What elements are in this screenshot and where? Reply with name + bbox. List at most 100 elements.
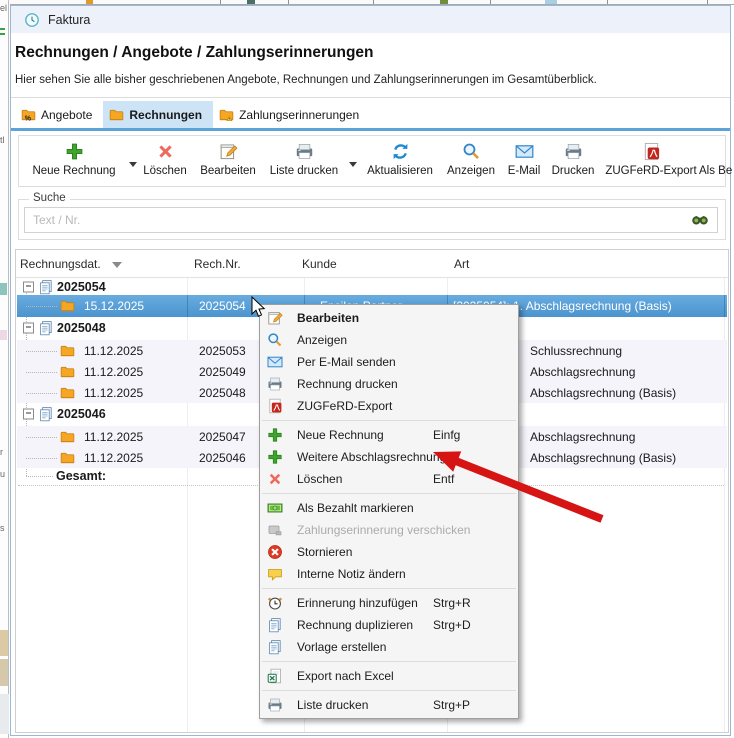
toolbar-zugferd-export[interactable]: ZUGFeRD-Export xyxy=(603,139,699,185)
toolbar-anzeigen[interactable]: Anzeigen xyxy=(439,139,503,185)
divider xyxy=(607,0,608,4)
toolbar-button-label: Bearbeiten xyxy=(195,165,261,177)
toolbar-loschen[interactable]: Löschen xyxy=(140,139,190,185)
divider xyxy=(8,0,9,738)
edit-icon xyxy=(219,142,238,161)
folder-percent-icon: % xyxy=(21,107,36,122)
printer-icon xyxy=(546,140,600,163)
column-header-art[interactable]: Art xyxy=(454,257,469,271)
tab-zahlungserinnerungen[interactable]: Zahlungserinnerungen xyxy=(213,101,370,128)
payment-reminder-icon xyxy=(267,522,283,538)
group-label: 2025054 xyxy=(57,280,106,294)
collapse-expander[interactable] xyxy=(23,322,34,333)
note-icon xyxy=(267,566,283,582)
menu-item-zugferd-export[interactable]: ZUGFeRD-Export xyxy=(260,395,518,417)
toolbar-drucken[interactable]: Drucken xyxy=(546,139,600,185)
menu-item-export-nach-excel[interactable]: Export nach Excel xyxy=(260,665,518,687)
menu-item-erinnerung-hinzufugen[interactable]: Erinnerung hinzufügenStrg+R xyxy=(260,592,518,614)
window-title: Faktura xyxy=(48,13,90,27)
binoculars-icon[interactable] xyxy=(691,211,709,229)
divider xyxy=(288,0,289,4)
tab-rechnungen[interactable]: Rechnungen xyxy=(103,101,213,128)
menu-item-stornieren[interactable]: Stornieren xyxy=(260,541,518,563)
excel-icon xyxy=(267,668,283,684)
menu-item-label: Rechnung duplizieren xyxy=(297,618,413,632)
invoice-art: Abschlagsrechnung xyxy=(530,365,635,379)
menu-item-label: Export nach Excel xyxy=(297,669,394,683)
pages-icon xyxy=(38,406,54,422)
menu-item-shortcut: Strg+P xyxy=(433,698,470,712)
tab-bar: % Angebote RechnungenZahlungserinnerungen xyxy=(15,101,370,128)
titlebar[interactable]: Faktura xyxy=(11,6,730,33)
toolbar-e-mail[interactable]: E-Mail xyxy=(500,139,548,185)
magnifier-icon xyxy=(439,140,503,163)
folder-warning-icon xyxy=(219,107,234,122)
divider xyxy=(373,0,374,4)
menu-separator xyxy=(262,420,516,421)
invoice-number: 2025046 xyxy=(199,451,246,465)
folder-icon xyxy=(60,450,76,466)
toolbar-neue-rechnung[interactable]: Neue Rechnung xyxy=(24,139,124,185)
menu-item-als-bezahlt-markieren[interactable]: Als Bezahlt markieren xyxy=(260,497,518,519)
search-group-label: Suche xyxy=(29,192,70,204)
background-text-fragment: el xyxy=(0,3,7,13)
menu-item-label: Weitere Abschlagsrechnung xyxy=(297,450,446,464)
screen: eltlrus Faktura Rechnungen / Angebote / … xyxy=(0,0,734,738)
background-text-fragment: s xyxy=(0,523,5,533)
menu-item-vorlage-erstellen[interactable]: Vorlage erstellen xyxy=(260,636,518,658)
collapse-expander[interactable] xyxy=(23,408,34,419)
folder-warning-icon xyxy=(219,107,234,122)
column-header-rech-nr[interactable]: Rech.Nr. xyxy=(194,257,241,271)
menu-item-bearbeiten[interactable]: Bearbeiten xyxy=(260,307,518,329)
menu-item-per-e-mail-senden[interactable]: Per E-Mail senden xyxy=(260,351,518,373)
clock-icon xyxy=(24,12,40,28)
menu-separator xyxy=(262,493,516,494)
sort-descending-icon[interactable] xyxy=(112,262,122,268)
menu-item-weitere-abschlagsrechnung[interactable]: Weitere Abschlagsrechnung xyxy=(260,446,518,468)
invoice-number: 2025053 xyxy=(199,344,246,358)
menu-item-liste-drucken[interactable]: Liste druckenStrg+P xyxy=(260,694,518,716)
column-header-rechnungsdat[interactable]: Rechnungsdat. xyxy=(20,257,101,271)
dropdown-arrow-icon[interactable] xyxy=(349,162,357,167)
folder-icon xyxy=(60,429,75,444)
toolbar-bearbeiten[interactable]: Bearbeiten xyxy=(195,139,261,185)
toolbar-als-be[interactable]: Als Be xyxy=(699,139,734,185)
menu-item-label: Stornieren xyxy=(297,545,352,559)
group-row[interactable]: 2025054 xyxy=(17,278,727,295)
folder-icon xyxy=(60,343,76,359)
menu-item-label: Bearbeiten xyxy=(297,311,359,325)
toolbar-button-label: ZUGFeRD-Export xyxy=(603,165,699,177)
menu-item-interne-notiz-andern[interactable]: Interne Notiz ändern xyxy=(260,563,518,585)
menu-item-label: Vorlage erstellen xyxy=(297,640,386,654)
tab-label: Angebote xyxy=(41,108,92,122)
divider xyxy=(707,0,708,4)
column-header-kunde[interactable]: Kunde xyxy=(302,257,337,271)
background-fragment xyxy=(86,0,93,4)
plus-icon xyxy=(267,449,283,465)
background-window-left: eltlrus xyxy=(0,0,10,738)
menu-item-label: Per E-Mail senden xyxy=(297,355,396,369)
menu-separator xyxy=(262,690,516,691)
invoice-date: 11.12.2025 xyxy=(84,451,143,465)
menu-item-rechnung-duplizieren[interactable]: Rechnung duplizierenStrg+D xyxy=(260,614,518,636)
toolbar-aktualisieren[interactable]: Aktualisieren xyxy=(362,139,438,185)
menu-item-neue-rechnung[interactable]: Neue RechnungEinfg xyxy=(260,424,518,446)
dropdown-arrow-icon[interactable] xyxy=(129,162,137,167)
menu-item-rechnung-drucken[interactable]: Rechnung drucken xyxy=(260,373,518,395)
invoice-date: 11.12.2025 xyxy=(84,386,143,400)
menu-separator xyxy=(262,588,516,589)
search-input[interactable] xyxy=(24,207,718,233)
tree-line xyxy=(26,393,57,394)
menu-item-label: Erinnerung hinzufügen xyxy=(297,596,418,610)
menu-item-anzeigen[interactable]: Anzeigen xyxy=(260,329,518,351)
search-group: Suche xyxy=(18,199,726,240)
menu-item-loschen[interactable]: LöschenEntf xyxy=(260,468,518,490)
toolbar-button-label: Als Be xyxy=(699,165,734,177)
toolbar-liste-drucken[interactable]: Liste drucken xyxy=(264,139,344,185)
background-fragment xyxy=(0,283,7,295)
email-icon xyxy=(500,140,548,163)
tab-angebote[interactable]: % Angebote xyxy=(15,101,103,128)
folder-icon xyxy=(60,385,75,400)
email-icon xyxy=(267,354,283,370)
collapse-expander[interactable] xyxy=(23,281,34,292)
